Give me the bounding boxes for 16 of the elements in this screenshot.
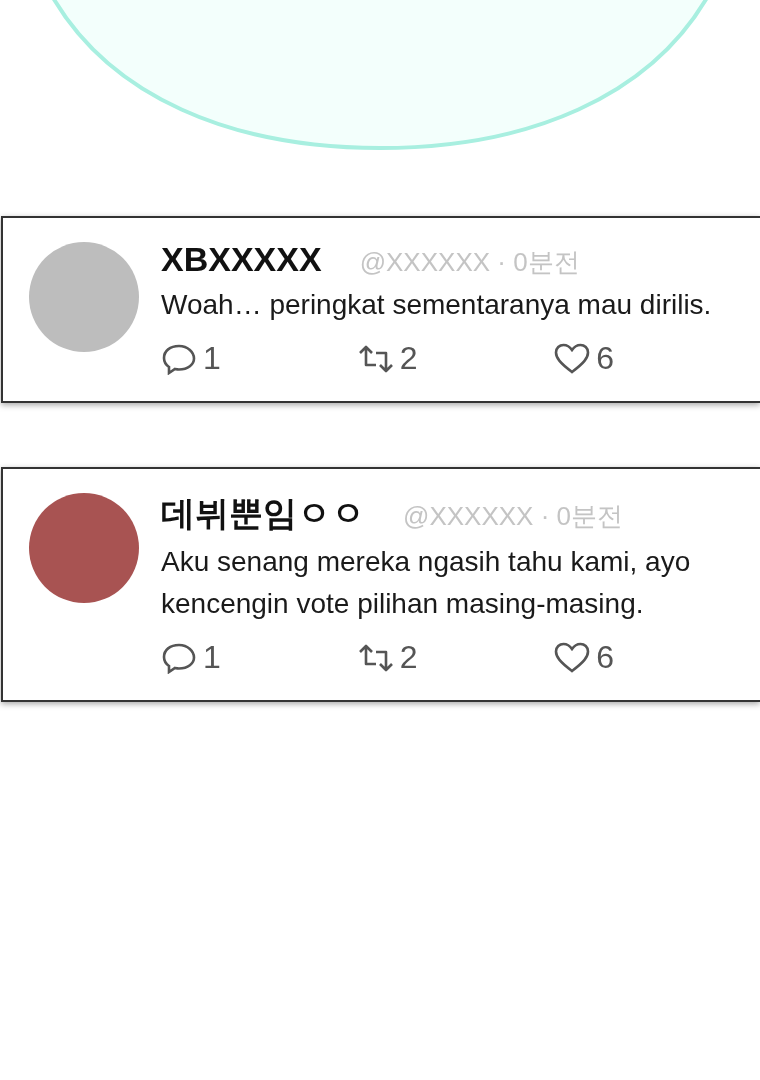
repost-count: 2 [399, 340, 418, 377]
reply-count: 1 [203, 340, 221, 377]
heart-icon[interactable] [554, 641, 591, 674]
like-count: 6 [596, 340, 615, 377]
post-text: Woah… peringkat sementaranya mau dirilis. [161, 288, 713, 322]
like-count: 6 [596, 639, 615, 676]
user-handle: @XXXXXX · 0분전 [403, 500, 623, 533]
repost-count: 2 [399, 639, 418, 676]
reply-icon[interactable] [161, 641, 197, 674]
reply-icon[interactable] [161, 342, 197, 375]
user-name: 데뷔뿐임ㅇㅇ [161, 493, 365, 534]
post-text: Aku senang mereka ngasih tahu kami, ayo kencengin vote pilihan masing-masing. [161, 545, 692, 621]
reply-count: 1 [203, 639, 221, 676]
user-name: XBXXXXX [161, 240, 322, 279]
heart-icon[interactable] [554, 342, 591, 375]
user-handle: @XXXXXX · 0분전 [359, 246, 580, 279]
